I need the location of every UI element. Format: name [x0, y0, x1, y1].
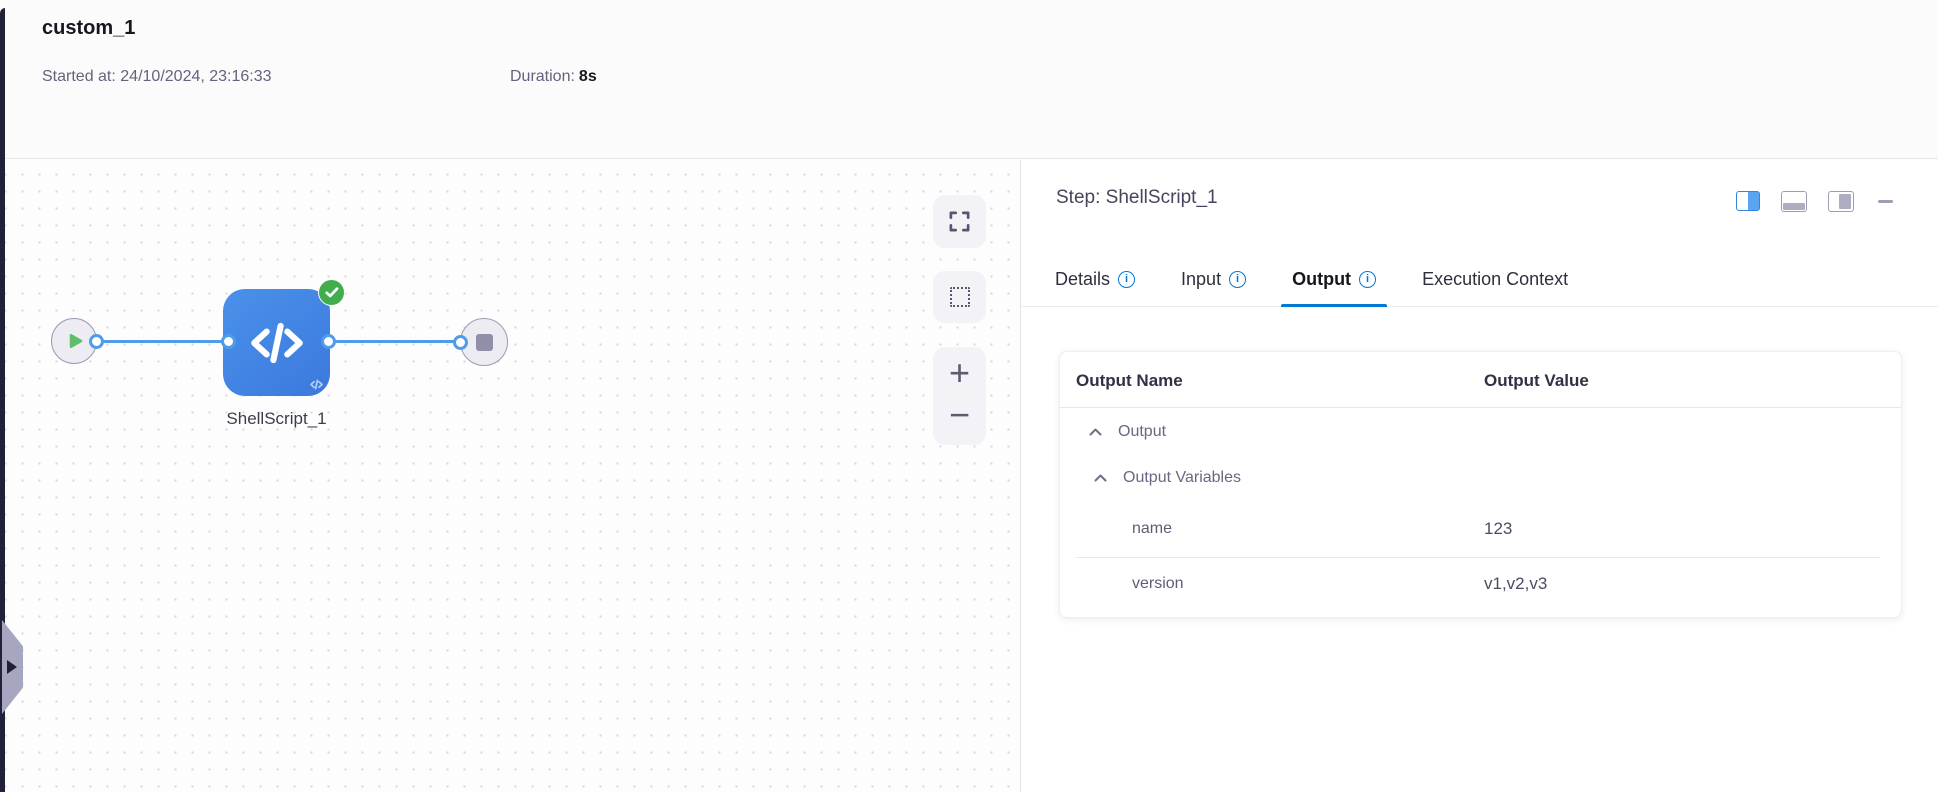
layout-drawer-icon[interactable] — [1828, 191, 1854, 212]
edge-start-to-step — [96, 340, 229, 343]
port-step-out — [321, 334, 336, 349]
zoom-out-button[interactable]: − — [949, 397, 970, 433]
output-variable-value: v1,v2,v3 — [1484, 574, 1548, 593]
canvas-zoom-control: + − — [933, 347, 986, 445]
stop-icon — [475, 333, 493, 351]
step-details-panel: Step: ShellScript_1 Details i Input i Ou… — [1022, 160, 1938, 792]
group-label: Output — [1118, 422, 1167, 440]
edge-step-to-stop — [329, 340, 461, 343]
chevron-up-icon[interactable] — [1094, 474, 1107, 482]
right-arrow-icon — [7, 660, 17, 674]
minimize-icon[interactable] — [1878, 200, 1893, 203]
output-variable-name: name — [1132, 520, 1173, 537]
pipeline-canvas[interactable]: ShellScript_1 + − — [2, 160, 1021, 792]
tab-output[interactable]: Output i — [1280, 252, 1388, 307]
port-step-in — [221, 334, 236, 349]
success-check-icon — [318, 279, 345, 306]
app-window: custom_1 Started at: 24/10/2024, 23:16:3… — [0, 0, 1938, 792]
output-table-header: Output Name Output Value — [1060, 352, 1901, 408]
fullscreen-icon — [948, 210, 971, 233]
zoom-in-button[interactable]: + — [949, 355, 970, 391]
tab-execution-context[interactable]: Execution Context — [1410, 252, 1580, 306]
output-variable-name: version — [1132, 575, 1184, 592]
tab-details[interactable]: Details i — [1043, 252, 1147, 306]
pipeline-title: custom_1 — [42, 17, 136, 39]
code-watermark-icon — [309, 377, 324, 392]
column-output-value: Output Value — [1484, 371, 1589, 390]
code-icon — [246, 312, 308, 374]
table-row-name: name 123 — [1060, 501, 1901, 557]
step-tabs: Details i Input i Output i Execution Con… — [1022, 252, 1938, 307]
group-label: Output Variables — [1123, 469, 1241, 486]
canvas-fullscreen-button[interactable] — [933, 195, 986, 248]
left-panel-expand-handle[interactable] — [2, 620, 23, 714]
port-start-out — [89, 334, 104, 349]
info-icon[interactable]: i — [1359, 270, 1377, 288]
layout-split-right-icon[interactable] — [1736, 191, 1760, 211]
table-row-output-group[interactable]: Output — [1060, 408, 1901, 455]
info-icon[interactable]: i — [1118, 270, 1136, 288]
output-table-card: Output Name Output Value Output Output V… — [1059, 351, 1902, 618]
shellscript-step-node[interactable] — [223, 279, 345, 396]
duration-text: Duration: 8s — [510, 68, 597, 85]
play-icon — [67, 332, 84, 350]
chevron-up-icon[interactable] — [1089, 428, 1102, 436]
panel-layout-controls — [1022, 191, 1938, 215]
execution-header: custom_1 Started at: 24/10/2024, 23:16:3… — [5, 0, 1938, 159]
started-at-text: Started at: 24/10/2024, 23:16:33 — [42, 68, 272, 85]
step-node-label[interactable]: ShellScript_1 — [208, 409, 345, 429]
table-row-version: version v1,v2,v3 — [1060, 558, 1901, 610]
active-tab-underline — [1281, 304, 1388, 307]
marquee-select-icon — [949, 287, 970, 307]
port-stop-in — [453, 335, 468, 350]
table-row-output-variables-group[interactable]: Output Variables — [1060, 455, 1901, 501]
canvas-select-button[interactable] — [933, 271, 986, 323]
tab-input[interactable]: Input i — [1169, 252, 1258, 306]
layout-split-bottom-icon[interactable] — [1781, 191, 1807, 212]
column-output-name: Output Name — [1076, 371, 1183, 390]
output-variable-value: 123 — [1484, 519, 1513, 538]
info-icon[interactable]: i — [1229, 270, 1247, 288]
duration-value: 8s — [578, 68, 597, 85]
